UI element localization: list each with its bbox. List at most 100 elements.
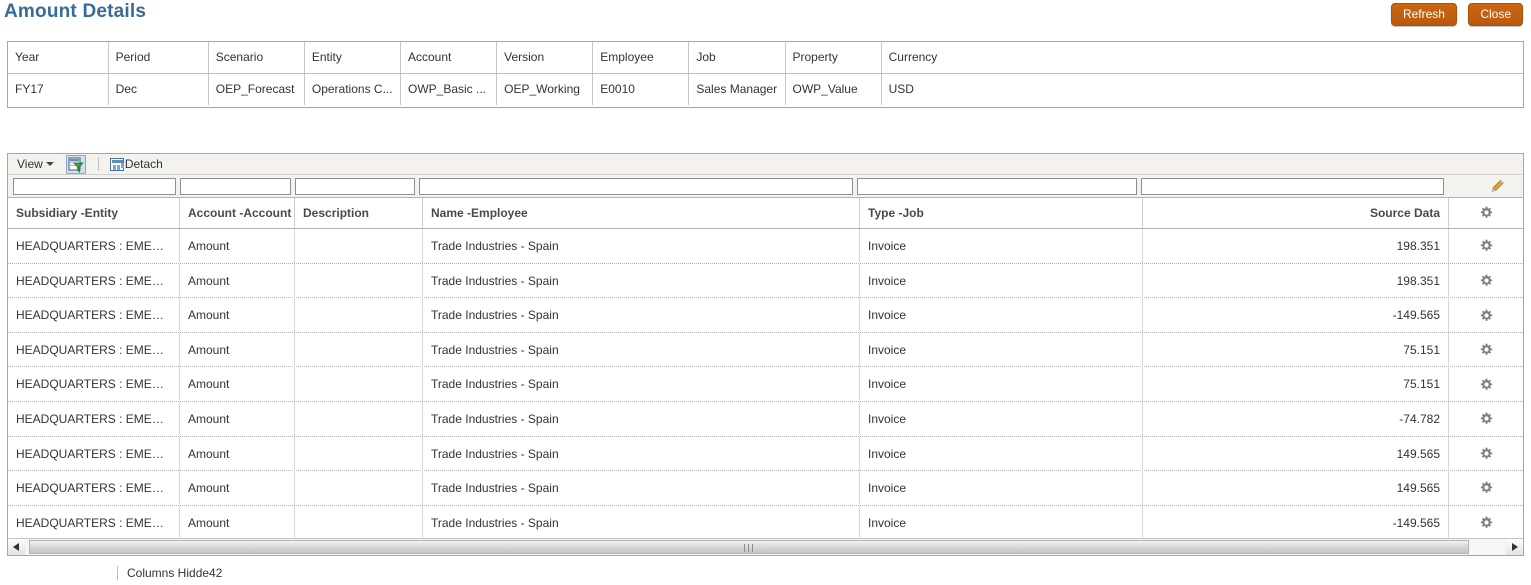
gear-icon[interactable]: [1480, 378, 1493, 391]
filter-cell-type[interactable]: [857, 178, 1137, 195]
gear-icon[interactable]: [1480, 481, 1493, 494]
column-header-subsidiary[interactable]: Subsidiary -Entity: [8, 198, 180, 228]
cell-row-actions[interactable]: [1449, 264, 1523, 298]
column-header-description[interactable]: Description: [295, 198, 423, 228]
filter-edit-cell[interactable]: [1477, 175, 1523, 197]
grid-header-row: Subsidiary -Entity Account -Account Desc…: [8, 198, 1523, 229]
detach-button[interactable]: Detach: [110, 154, 163, 174]
pov-value-version: OEP_Working: [497, 73, 593, 105]
cell-type: Invoice: [860, 506, 1143, 540]
cell-subsidiary: HEADQUARTERS : EMEA :...: [8, 367, 180, 401]
chevron-left-icon: [13, 543, 19, 551]
page-title: Amount Details: [4, 1, 146, 23]
table-row[interactable]: HEADQUARTERS : EMEA :... Amount Trade In…: [8, 298, 1523, 333]
gear-icon[interactable]: [1480, 516, 1493, 529]
scrollbar-track[interactable]: [26, 539, 1505, 555]
pov-header-scenario: Scenario: [208, 42, 304, 73]
cell-type: Invoice: [860, 402, 1143, 436]
scroll-left-arrow[interactable]: [8, 539, 25, 555]
table-row[interactable]: HEADQUARTERS : EMEA :... Amount Trade In…: [8, 367, 1523, 402]
refresh-button[interactable]: Refresh: [1391, 3, 1457, 26]
query-by-example-icon[interactable]: [66, 155, 86, 174]
cell-subsidiary: HEADQUARTERS : EMEA :...: [8, 333, 180, 367]
column-header-name[interactable]: Name -Employee: [423, 198, 860, 228]
source-data-grid-panel: View Detach: [7, 153, 1524, 556]
filter-cell-subsidiary[interactable]: [13, 178, 176, 195]
gear-icon[interactable]: [1480, 343, 1493, 356]
pov-header-version: Version: [497, 42, 593, 73]
cell-source-data: 149.565: [1143, 471, 1449, 505]
cell-description: [295, 298, 423, 332]
cell-row-actions[interactable]: [1449, 437, 1523, 471]
horizontal-scrollbar[interactable]: [8, 538, 1523, 555]
view-menu-label: View: [17, 157, 43, 171]
cell-type: Invoice: [860, 367, 1143, 401]
pov-value-year: FY17: [8, 73, 108, 105]
filter-input-subsidiary[interactable]: [14, 180, 175, 195]
gear-icon[interactable]: [1480, 239, 1493, 252]
pov-value-employee: E0010: [593, 73, 689, 105]
table-row[interactable]: HEADQUARTERS : EMEA :... Amount Trade In…: [8, 506, 1523, 541]
cell-account: Amount: [180, 229, 295, 263]
toolbar-separator: [98, 157, 99, 171]
close-button[interactable]: Close: [1468, 3, 1523, 26]
table-row[interactable]: HEADQUARTERS : EMEA :... Amount Trade In…: [8, 437, 1523, 472]
cell-row-actions[interactable]: [1449, 333, 1523, 367]
cell-subsidiary: HEADQUARTERS : EMEA :...: [8, 437, 180, 471]
filter-input-account[interactable]: [181, 180, 290, 195]
grid-toolbar: View Detach: [8, 154, 1523, 175]
filter-input-name[interactable]: [420, 180, 852, 195]
cell-row-actions[interactable]: [1449, 471, 1523, 505]
cell-row-actions[interactable]: [1449, 506, 1523, 540]
cell-account: Amount: [180, 506, 295, 540]
pov-header-currency: Currency: [881, 42, 1523, 73]
scrollbar-thumb[interactable]: [29, 540, 1469, 554]
scroll-right-arrow[interactable]: [1506, 539, 1523, 555]
chevron-down-icon: [46, 162, 54, 166]
filter-cell-name[interactable]: [419, 178, 853, 195]
status-separator: [117, 566, 118, 580]
cell-name: Trade Industries - Spain: [423, 471, 860, 505]
detach-icon: [110, 158, 124, 171]
view-menu-button[interactable]: View: [14, 154, 57, 174]
pov-header-property: Property: [785, 42, 881, 73]
filter-cell-description[interactable]: [295, 178, 415, 195]
table-row[interactable]: HEADQUARTERS : EMEA :... Amount Trade In…: [8, 333, 1523, 368]
filter-input-source-data[interactable]: [1142, 180, 1443, 195]
cell-source-data: 75.151: [1143, 333, 1449, 367]
query-by-example-glyph: [67, 156, 85, 173]
columns-hidden-status: Columns Hidde42: [127, 562, 222, 584]
cell-row-actions[interactable]: [1449, 402, 1523, 436]
pov-context-table: Year Period Scenario Entity Account Vers…: [7, 41, 1524, 108]
filter-input-type[interactable]: [858, 180, 1136, 195]
table-row[interactable]: HEADQUARTERS : EMEA :... Amount Trade In…: [8, 471, 1523, 506]
table-row[interactable]: HEADQUARTERS : EMEA :... Amount Trade In…: [8, 402, 1523, 437]
gear-icon[interactable]: [1480, 274, 1493, 287]
column-header-actions[interactable]: [1449, 198, 1523, 228]
cell-row-actions[interactable]: [1449, 367, 1523, 401]
filter-cell-source-data[interactable]: [1141, 178, 1444, 195]
cell-account: Amount: [180, 402, 295, 436]
cell-row-actions[interactable]: [1449, 298, 1523, 332]
table-row[interactable]: HEADQUARTERS : EMEA :... Amount Trade In…: [8, 229, 1523, 264]
filter-input-description[interactable]: [296, 180, 414, 195]
cell-type: Invoice: [860, 471, 1143, 505]
gear-icon[interactable]: [1480, 309, 1493, 322]
cell-account: Amount: [180, 367, 295, 401]
column-header-account[interactable]: Account -Account: [180, 198, 295, 228]
cell-source-data: -149.565: [1143, 298, 1449, 332]
cell-row-actions[interactable]: [1449, 229, 1523, 263]
filter-cell-account[interactable]: [180, 178, 291, 195]
gear-icon: [1480, 206, 1493, 219]
gear-icon[interactable]: [1480, 447, 1493, 460]
cell-description: [295, 264, 423, 298]
pov-value-entity: Operations C...: [304, 73, 400, 105]
cell-type: Invoice: [860, 264, 1143, 298]
gear-icon[interactable]: [1480, 412, 1493, 425]
column-header-source-data[interactable]: Source Data: [1143, 198, 1449, 228]
column-header-type[interactable]: Type -Job: [860, 198, 1143, 228]
chevron-right-icon: [1512, 543, 1518, 551]
cell-type: Invoice: [860, 229, 1143, 263]
cell-description: [295, 367, 423, 401]
table-row[interactable]: HEADQUARTERS : EMEA :... Amount Trade In…: [8, 264, 1523, 299]
